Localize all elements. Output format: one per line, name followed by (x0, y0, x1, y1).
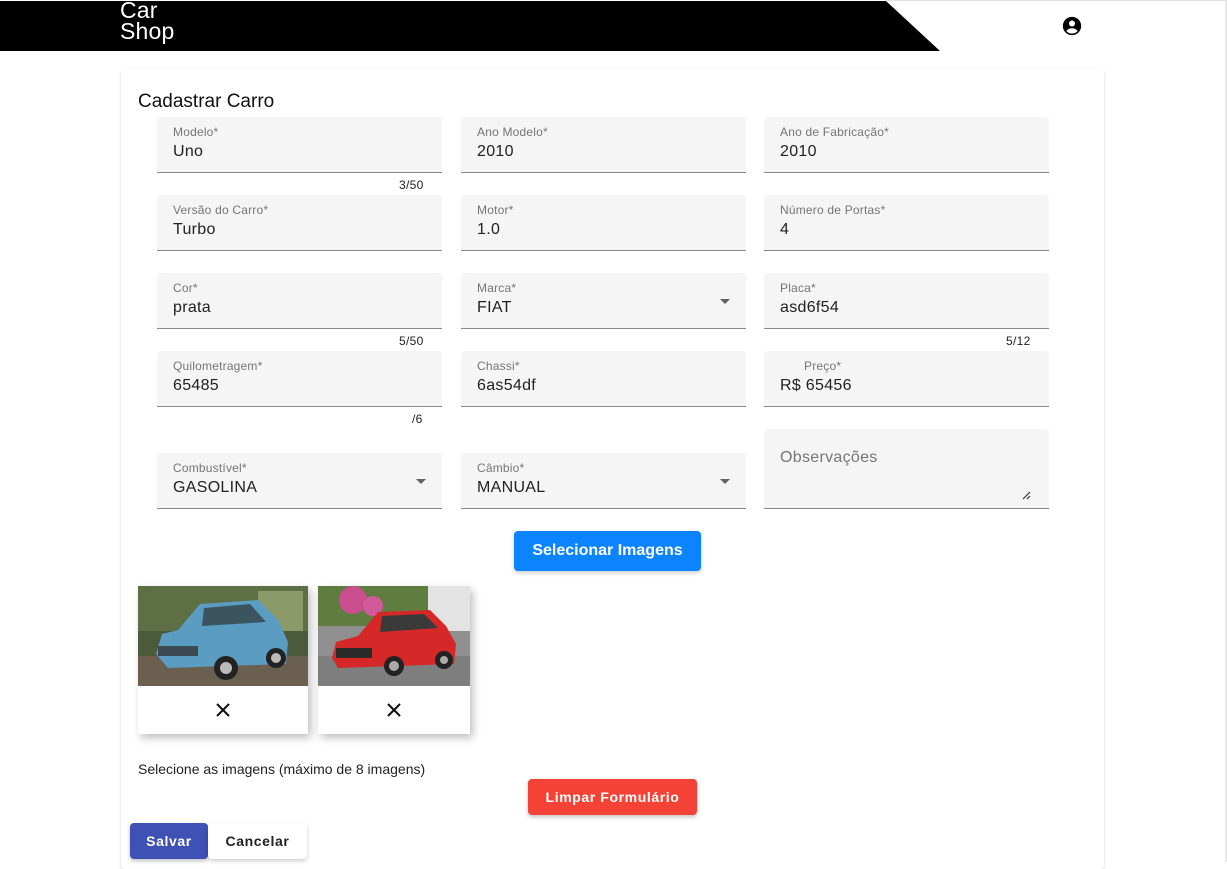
field-value: FIAT (477, 299, 512, 316)
ano-modelo-field[interactable]: Ano Modelo* 2010 (461, 117, 746, 173)
field-label: Número de Portas* (780, 203, 886, 217)
cor-field[interactable]: Cor* prata (157, 273, 442, 329)
field-value: 4 (780, 221, 790, 238)
portas-field[interactable]: Número de Portas* 4 (764, 195, 1049, 251)
field-label: Modelo* (173, 125, 219, 139)
field-label: Preço* (804, 359, 842, 373)
observacoes-textarea[interactable]: Observações (764, 429, 1049, 509)
field-label: Placa* (780, 281, 816, 295)
field-label: Combustível* (173, 461, 247, 475)
field-value: prata (173, 299, 211, 316)
field-value: MANUAL (477, 479, 546, 496)
account-circle-icon[interactable] (1061, 15, 1083, 37)
field-value: Turbo (173, 221, 216, 238)
placa-counter: 5/12 (1006, 334, 1031, 348)
field-placeholder: Observações (780, 449, 878, 466)
car-registration-card: Cadastrar Carro Modelo* Uno 3/50 Ano Mod… (121, 69, 1104, 869)
cambio-select[interactable]: Câmbio* MANUAL (461, 453, 746, 509)
dropdown-arrow-icon (416, 479, 426, 484)
field-value: 2010 (477, 143, 514, 160)
save-button[interactable]: Salvar (130, 823, 208, 859)
modelo-counter: 3/50 (399, 178, 424, 192)
dropdown-arrow-icon (720, 479, 730, 484)
car-photo-blue (138, 586, 308, 686)
image-thumbnail (138, 586, 308, 734)
close-icon[interactable] (385, 701, 403, 719)
chassi-field[interactable]: Chassi* 6as54df (461, 351, 746, 407)
images-help-text: Selecione as imagens (máximo de 8 imagen… (138, 761, 426, 777)
car-photo-red (318, 586, 470, 686)
field-value: R$ 65456 (780, 377, 852, 394)
preco-field[interactable]: Preço* R$ 65456 (764, 351, 1049, 407)
marca-select[interactable]: Marca* FIAT (461, 273, 746, 329)
field-label: Motor* (477, 203, 514, 217)
placa-field[interactable]: Placa* asd6f54 (764, 273, 1049, 329)
combustivel-select[interactable]: Combustível* GASOLINA (157, 453, 442, 509)
field-value: Uno (173, 143, 204, 160)
field-label: Cor* (173, 281, 198, 295)
modelo-field[interactable]: Modelo* Uno (157, 117, 442, 173)
quilometragem-field[interactable]: Quilometragem* 65485 (157, 351, 442, 407)
field-value: GASOLINA (173, 479, 258, 496)
field-value: 6as54df (477, 377, 537, 394)
quilometragem-counter: /6 (412, 412, 423, 426)
app-header: Car Shop (0, 0, 1227, 51)
cancel-button[interactable]: Cancelar (208, 823, 307, 859)
close-icon[interactable] (214, 701, 232, 719)
select-images-button[interactable]: Selecionar Imagens (514, 531, 701, 571)
dropdown-arrow-icon (720, 299, 730, 304)
field-value: 2010 (780, 143, 817, 160)
page-title: Cadastrar Carro (138, 91, 275, 112)
field-value: 65485 (173, 377, 219, 394)
field-value: asd6f54 (780, 299, 840, 316)
resize-handle-icon[interactable] (1021, 490, 1031, 500)
brand-line-2: Shop (120, 18, 175, 44)
field-label: Quilometragem* (173, 359, 263, 373)
brand-logo[interactable]: Car Shop (120, 0, 175, 44)
image-thumbnail (318, 586, 470, 734)
motor-field[interactable]: Motor* 1.0 (461, 195, 746, 251)
header-divider (886, 0, 1227, 1)
field-label: Chassi* (477, 359, 520, 373)
field-label: Ano de Fabricação* (780, 125, 889, 139)
ano-fabricacao-field[interactable]: Ano de Fabricação* 2010 (764, 117, 1049, 173)
clear-form-button[interactable]: Limpar Formulário (528, 779, 697, 815)
cor-counter: 5/50 (399, 334, 424, 348)
field-label: Marca* (477, 281, 517, 295)
field-label: Ano Modelo* (477, 125, 548, 139)
field-label: Versão do Carro* (173, 203, 269, 217)
versao-field[interactable]: Versão do Carro* Turbo (157, 195, 442, 251)
field-label: Câmbio* (477, 461, 525, 475)
field-value: 1.0 (477, 221, 501, 238)
